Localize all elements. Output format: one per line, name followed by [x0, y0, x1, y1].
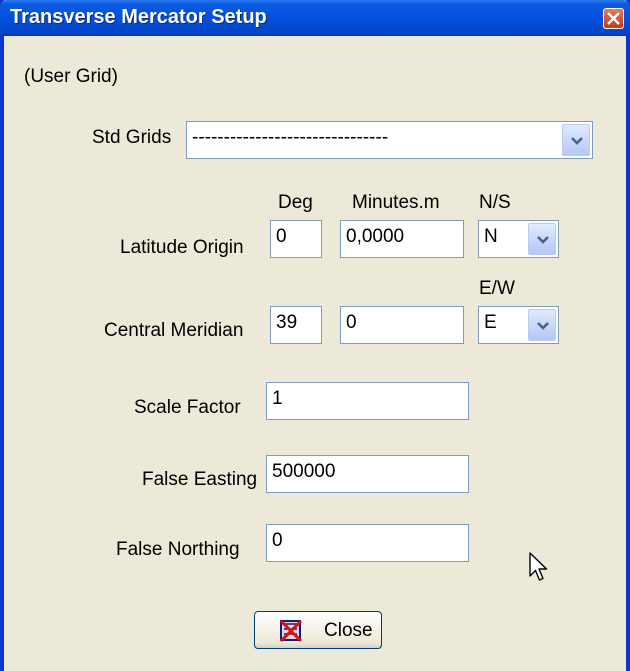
close-icon — [607, 12, 620, 25]
latitude-hemisphere-select[interactable]: N — [478, 220, 559, 258]
chevron-down-icon — [571, 137, 583, 145]
meridian-minutes-input[interactable]: 0 — [340, 306, 464, 344]
meridian-deg-input[interactable]: 39 — [270, 306, 322, 344]
scale-factor-label: Scale Factor — [134, 397, 241, 418]
title-bar[interactable]: Transverse Mercator Setup — [0, 0, 630, 36]
ns-header: N/S — [479, 192, 511, 213]
window-title: Transverse Mercator Setup — [10, 6, 267, 28]
latitude-origin-label: Latitude Origin — [120, 237, 244, 258]
false-northing-label: False Northing — [116, 539, 240, 560]
central-meridian-label: Central Meridian — [104, 320, 244, 341]
scale-factor-input[interactable]: 1 — [266, 382, 469, 420]
close-grid-icon — [279, 619, 303, 643]
std-grids-label: Std Grids — [92, 127, 172, 148]
latitude-hemisphere-dropdown-button[interactable] — [528, 223, 556, 255]
std-grids-dropdown-button[interactable] — [562, 124, 590, 156]
window-close-button[interactable] — [603, 8, 624, 29]
false-easting-label: False Easting — [142, 469, 258, 490]
mouse-cursor-icon — [529, 552, 548, 581]
std-grids-select[interactable]: ------------------------------- — [186, 121, 593, 159]
grid-name-label: (User Grid) — [24, 66, 118, 87]
close-button[interactable]: Close — [254, 611, 382, 649]
std-grids-value: ------------------------------- — [192, 127, 389, 148]
false-easting-input[interactable]: 500000 — [266, 455, 469, 493]
chevron-down-icon — [537, 322, 549, 330]
latitude-hemisphere-value: N — [484, 226, 498, 247]
minutes-header: Minutes.m — [352, 192, 440, 213]
meridian-hemisphere-dropdown-button[interactable] — [528, 309, 556, 341]
chevron-down-icon — [537, 236, 549, 244]
false-northing-input[interactable]: 0 — [266, 524, 469, 562]
latitude-minutes-input[interactable]: 0,0000 — [340, 220, 464, 258]
latitude-deg-input[interactable]: 0 — [270, 220, 322, 258]
deg-header: Deg — [278, 192, 313, 213]
meridian-hemisphere-select[interactable]: E — [478, 306, 559, 344]
ew-header: E/W — [479, 278, 515, 299]
close-button-label: Close — [324, 620, 373, 641]
meridian-hemisphere-value: E — [484, 312, 497, 333]
